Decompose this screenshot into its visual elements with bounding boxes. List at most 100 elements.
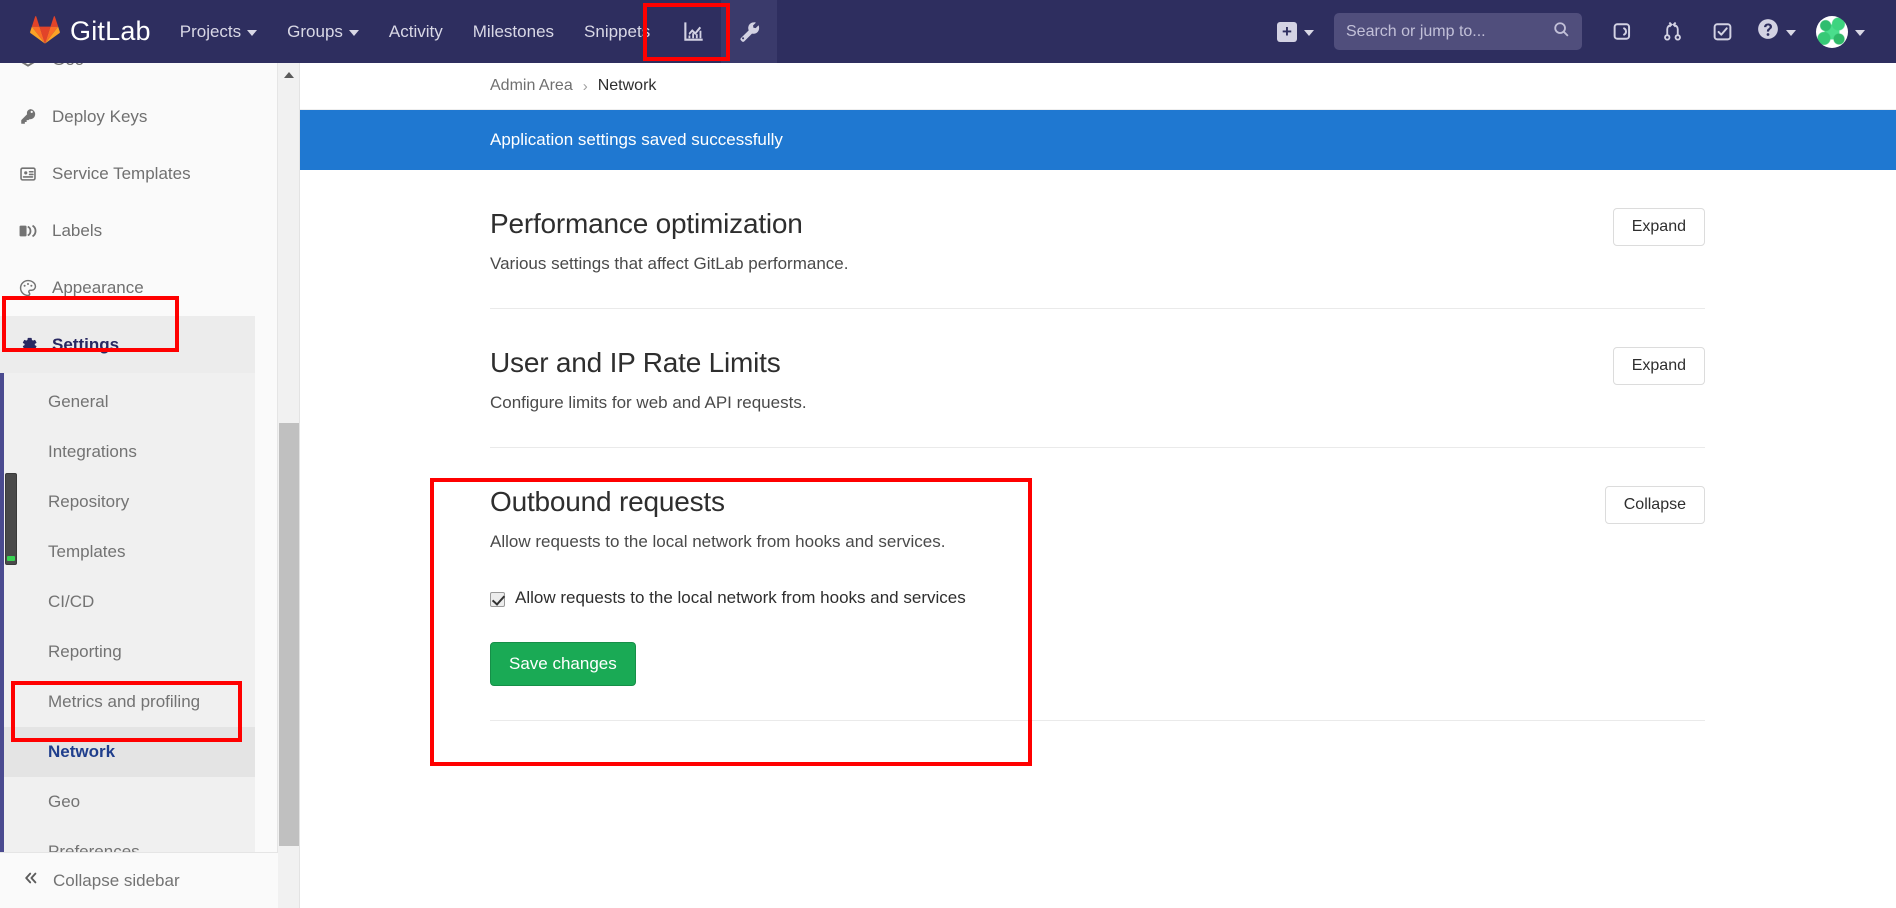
gitlab-brand-text: GitLab bbox=[70, 16, 151, 46]
sidebar-item-service-templates-label: Service Templates bbox=[52, 163, 191, 183]
new-item-dropdown[interactable]: + bbox=[1263, 0, 1328, 63]
sidebar-subitem-geo-label: Geo bbox=[48, 792, 81, 811]
collapse-button-outbound-requests[interactable]: Collapse bbox=[1604, 486, 1705, 524]
sidebar-item-deploy-keys[interactable]: Deploy Keys bbox=[0, 88, 255, 145]
sidebar-subitem-templates-label: Templates bbox=[48, 542, 126, 561]
allow-local-network-checkbox-row: Allow requests to the local network from… bbox=[490, 588, 1705, 608]
sidebar-item-service-templates[interactable]: Service Templates bbox=[0, 145, 255, 202]
sidebar-subitem-repository-label: Repository bbox=[48, 492, 130, 511]
sidebar-scroll-area: Geo Deploy Keys bbox=[0, 63, 255, 852]
nav-item-activity[interactable]: Activity bbox=[374, 0, 458, 63]
nav-item-milestones-label: Milestones bbox=[472, 21, 555, 41]
section-title: Performance optimization bbox=[490, 208, 803, 239]
user-menu[interactable] bbox=[1807, 0, 1874, 63]
settings-sections: Performance optimization Various setting… bbox=[300, 170, 1896, 721]
flash-message-text: Application settings saved successfully bbox=[490, 130, 783, 149]
chevron-down-icon bbox=[348, 30, 359, 36]
sidebar-subitem-cicd[interactable]: CI/CD bbox=[4, 577, 255, 627]
settings-submenu: General Integrations Repository Template… bbox=[0, 373, 255, 852]
navbar-right: + Search or jump to... bbox=[1263, 0, 1896, 63]
gitlab-logo-icon bbox=[30, 15, 60, 49]
sidebar-item-settings[interactable]: Settings bbox=[0, 316, 255, 373]
scroll-up-arrow-icon[interactable] bbox=[278, 66, 300, 84]
sidebar-item-geo[interactable]: Geo bbox=[0, 63, 255, 88]
nav-item-groups[interactable]: Groups bbox=[272, 0, 374, 63]
navbar-left: GitLab Projects Groups Activity Mileston… bbox=[0, 0, 778, 63]
sidebar-subitem-metrics-label: Metrics and profiling bbox=[48, 692, 201, 711]
nav-item-projects-label: Projects bbox=[179, 21, 242, 41]
sidebar-item-geo-label: Geo bbox=[52, 63, 84, 70]
section-title: User and IP Rate Limits bbox=[490, 347, 781, 378]
nav-item-snippets[interactable]: Snippets bbox=[569, 0, 665, 63]
merge-requests-icon[interactable] bbox=[1648, 0, 1696, 63]
collapse-sidebar-button[interactable]: Collapse sidebar bbox=[0, 852, 278, 908]
section-description: Allow requests to the local network from… bbox=[490, 532, 946, 551]
question-circle-icon bbox=[1757, 18, 1779, 45]
analytics-chart-icon[interactable] bbox=[665, 0, 721, 63]
sidebar-subitem-network-label: Network bbox=[48, 742, 116, 761]
sidebar-subitem-preferences-label: Preferences bbox=[48, 842, 140, 852]
page-scrollbar-thumb[interactable] bbox=[279, 423, 299, 846]
allow-local-network-checkbox[interactable] bbox=[490, 592, 505, 607]
breadcrumb-separator: › bbox=[582, 77, 588, 95]
double-chevron-left-icon bbox=[22, 870, 40, 891]
issues-icon[interactable] bbox=[1598, 0, 1646, 63]
search-icon bbox=[1553, 21, 1570, 43]
nav-item-milestones[interactable]: Milestones bbox=[458, 0, 569, 63]
geo-icon bbox=[18, 63, 38, 69]
search-placeholder: Search or jump to... bbox=[1346, 22, 1486, 40]
plus-icon: + bbox=[1277, 21, 1297, 42]
section-description: Configure limits for web and API request… bbox=[490, 393, 807, 412]
sidebar-subitem-preferences[interactable]: Preferences bbox=[4, 827, 255, 852]
sidebar-subitem-geo[interactable]: Geo bbox=[4, 777, 255, 827]
allow-local-network-checkbox-label[interactable]: Allow requests to the local network from… bbox=[515, 588, 966, 608]
sidebar-subitem-general[interactable]: General bbox=[4, 377, 255, 427]
search-input[interactable]: Search or jump to... bbox=[1334, 13, 1582, 50]
section-description: Various settings that affect GitLab perf… bbox=[490, 254, 849, 273]
admin-sidebar: Geo Deploy Keys bbox=[0, 63, 278, 908]
template-icon bbox=[18, 165, 38, 183]
chevron-down-icon bbox=[1786, 30, 1796, 36]
save-changes-button[interactable]: Save changes bbox=[490, 642, 636, 686]
nav-item-groups-label: Groups bbox=[287, 21, 343, 41]
help-dropdown[interactable] bbox=[1748, 0, 1805, 63]
section-performance-optimization: Performance optimization Various setting… bbox=[490, 170, 1705, 309]
sidebar-subitem-templates[interactable]: Templates bbox=[4, 527, 255, 577]
gitlab-brand-link[interactable]: GitLab bbox=[0, 0, 165, 63]
sidebar-item-appearance[interactable]: Appearance bbox=[0, 259, 255, 316]
avatar bbox=[1816, 15, 1848, 48]
section-user-and-ip-rate-limits: User and IP Rate Limits Configure limits… bbox=[490, 309, 1705, 448]
labels-icon bbox=[18, 222, 38, 240]
sidebar-subitem-reporting-label: Reporting bbox=[48, 642, 122, 661]
page-scrollbar[interactable] bbox=[278, 63, 300, 908]
todos-icon[interactable] bbox=[1698, 0, 1746, 63]
gear-icon bbox=[18, 335, 38, 354]
top-navbar: GitLab Projects Groups Activity Mileston… bbox=[0, 0, 1896, 63]
sidebar-item-deploy-keys-label: Deploy Keys bbox=[52, 106, 148, 126]
breadcrumb: Admin Area › Network bbox=[300, 63, 1896, 110]
sidebar-subitem-integrations[interactable]: Integrations bbox=[4, 427, 255, 477]
sidebar-subitem-metrics-and-profiling[interactable]: Metrics and profiling bbox=[4, 677, 255, 727]
section-title: Outbound requests bbox=[490, 486, 725, 517]
sidebar-subitem-network[interactable]: Network bbox=[4, 727, 255, 777]
chevron-down-icon bbox=[247, 30, 258, 36]
collapse-sidebar-label: Collapse sidebar bbox=[53, 870, 180, 890]
sidebar-subitem-integrations-label: Integrations bbox=[48, 442, 137, 461]
sidebar-item-settings-label: Settings bbox=[52, 334, 120, 354]
nav-item-projects[interactable]: Projects bbox=[165, 0, 272, 63]
sidebar-subitem-general-label: General bbox=[48, 392, 109, 411]
admin-wrench-icon[interactable] bbox=[721, 0, 778, 63]
sidebar-subitem-cicd-label: CI/CD bbox=[48, 592, 95, 611]
sidebar-item-labels-label: Labels bbox=[52, 220, 103, 240]
nav-item-snippets-label: Snippets bbox=[584, 21, 651, 41]
expand-button-user-and-ip-rate-limits[interactable]: Expand bbox=[1612, 347, 1705, 385]
breadcrumb-current: Network bbox=[597, 77, 657, 94]
sidebar-inner-scrollbar-thumb[interactable] bbox=[5, 473, 17, 565]
sidebar-subitem-reporting[interactable]: Reporting bbox=[4, 627, 255, 677]
gitlab-admin-network-page: GitLab Projects Groups Activity Mileston… bbox=[0, 0, 1896, 908]
section-outbound-requests: Outbound requests Allow requests to the … bbox=[490, 448, 1705, 721]
sidebar-item-labels[interactable]: Labels bbox=[0, 202, 255, 259]
expand-button-performance-optimization[interactable]: Expand bbox=[1612, 208, 1705, 246]
sidebar-subitem-repository[interactable]: Repository bbox=[4, 477, 255, 527]
breadcrumb-admin-area[interactable]: Admin Area bbox=[490, 77, 573, 95]
